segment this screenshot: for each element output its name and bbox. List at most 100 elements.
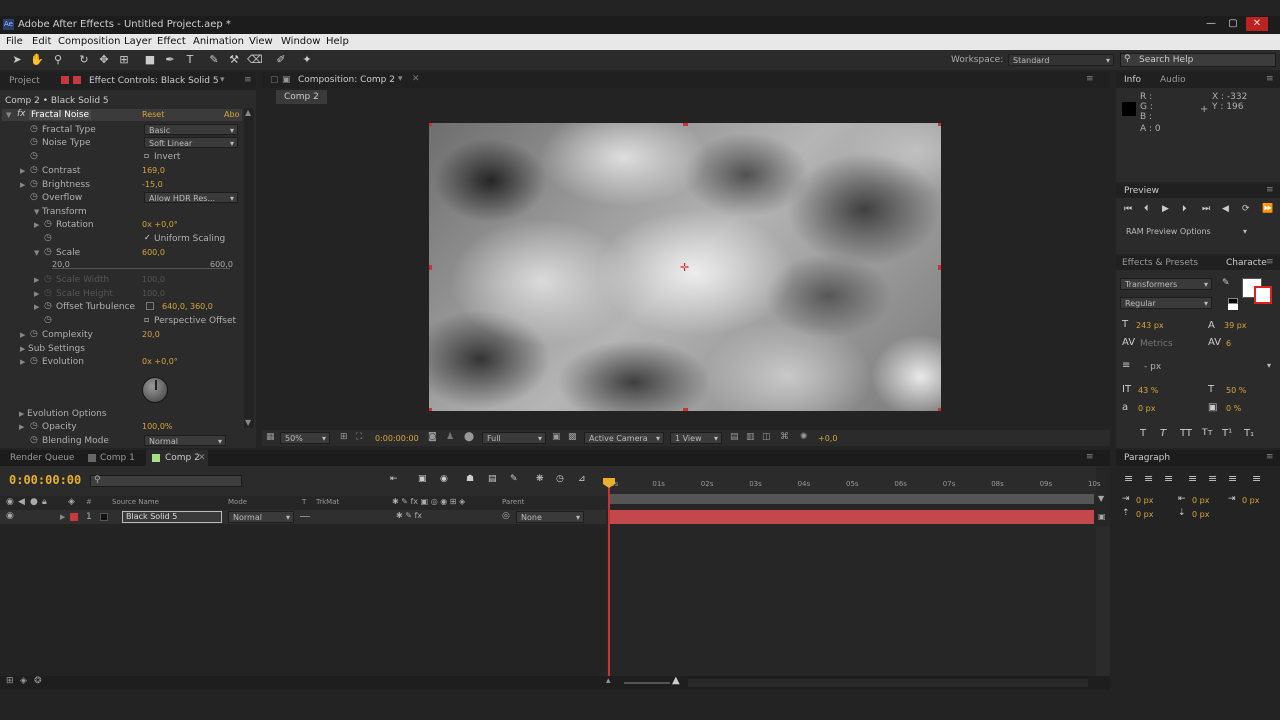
layer-handle[interactable] bbox=[429, 123, 432, 126]
expand-layer-switches-icon[interactable]: ⊞ bbox=[6, 676, 14, 686]
puppet-pin-icon[interactable]: ✦ bbox=[300, 53, 314, 67]
draft-3d-icon[interactable]: ◉ bbox=[440, 474, 448, 484]
fast-previews-icon[interactable]: ▥ bbox=[746, 432, 755, 442]
flowchart-icon[interactable]: ⌘ bbox=[780, 432, 789, 442]
prop-value[interactable]: 0x +0,0° bbox=[142, 357, 178, 366]
stopwatch-icon[interactable]: ◷ bbox=[30, 356, 38, 366]
magnification-dropdown[interactable]: 50% bbox=[280, 432, 330, 444]
preview-panel-menu-icon[interactable]: ≡ bbox=[1266, 185, 1274, 195]
effect-title-row[interactable]: ▼ fx Fractal Noise Reset Abo bbox=[2, 109, 242, 121]
loop-icon[interactable]: ⟳ bbox=[1242, 204, 1250, 214]
kerning-value[interactable]: Metrics bbox=[1140, 339, 1173, 349]
layer-handle[interactable] bbox=[429, 265, 432, 270]
stopwatch-icon[interactable]: ◷ bbox=[30, 137, 38, 147]
fx-icon[interactable]: fx bbox=[17, 109, 26, 119]
current-time-indicator[interactable] bbox=[608, 478, 610, 690]
tab-audio[interactable]: Audio bbox=[1160, 75, 1186, 85]
brainstorm-icon[interactable]: ❋ bbox=[536, 474, 544, 484]
tracking-value[interactable]: 6 bbox=[1226, 339, 1231, 348]
menu-view[interactable]: View bbox=[249, 36, 273, 47]
about-link[interactable]: Abo bbox=[224, 110, 239, 119]
blending-mode-dropdown[interactable]: Normal bbox=[144, 435, 226, 447]
prop-expand-icon[interactable]: ▶ bbox=[34, 221, 39, 229]
pen-tool-icon[interactable]: ✒ bbox=[163, 53, 177, 67]
justify-last-left-icon[interactable]: ≡ bbox=[1188, 472, 1197, 485]
prop-expand-icon[interactable]: ▶ bbox=[20, 358, 25, 366]
zoom-out-icon[interactable]: ▴ bbox=[606, 676, 611, 686]
prop-expand-icon[interactable]: ▼ bbox=[34, 249, 39, 257]
space-before-value[interactable]: 0 px bbox=[1136, 510, 1153, 519]
opacity-value[interactable]: 100,0% bbox=[142, 422, 173, 431]
prop-expand-icon[interactable]: ▶ bbox=[20, 331, 25, 339]
checkbox-label[interactable]: Uniform Scaling bbox=[154, 234, 225, 244]
layer-name[interactable]: Black Solid 5 bbox=[122, 511, 222, 523]
layer-handle[interactable] bbox=[683, 123, 688, 126]
opacity-row[interactable]: ▶ ◷ Opacity 100,0% bbox=[0, 420, 250, 433]
white-swatch-icon[interactable] bbox=[1228, 304, 1238, 310]
prop-value[interactable]: 169,0 bbox=[142, 166, 165, 175]
maximize-button[interactable]: ▢ bbox=[1222, 17, 1244, 31]
clone-stamp-icon[interactable]: ⚒ bbox=[227, 53, 241, 67]
stopwatch-icon[interactable]: ◷ bbox=[44, 233, 52, 243]
safe-margins-icon[interactable]: ⊞ bbox=[340, 432, 348, 442]
checkbox[interactable]: ▫ bbox=[144, 151, 149, 160]
parent-dropdown[interactable]: None bbox=[516, 511, 584, 523]
subscript-icon[interactable]: T₁ bbox=[1244, 428, 1254, 439]
close-button[interactable]: ✕ bbox=[1246, 17, 1268, 31]
always-preview-icon[interactable]: ▦ bbox=[266, 432, 275, 442]
prop-group-label[interactable]: Transform bbox=[42, 207, 87, 217]
checkbox-label[interactable]: Invert bbox=[154, 152, 180, 162]
stroke-width-value[interactable]: - px bbox=[1144, 362, 1161, 372]
tab-project[interactable]: Project bbox=[9, 76, 40, 86]
video-switch-icon[interactable]: ◉ bbox=[6, 497, 14, 507]
prop-expand-icon[interactable]: ▶ bbox=[34, 303, 39, 311]
layer-track-icon[interactable]: ▣ bbox=[1098, 512, 1106, 521]
prev-frame-icon[interactable]: ⏴ bbox=[1144, 204, 1149, 214]
font-family-dropdown[interactable]: Transformers bbox=[1120, 278, 1212, 290]
timeline-horizontal-scrollbar[interactable] bbox=[688, 679, 1088, 687]
prop-expand-icon[interactable]: ▶ bbox=[34, 290, 39, 298]
text-tool-icon[interactable]: T bbox=[183, 53, 197, 67]
prop-value[interactable]: -15,0 bbox=[142, 180, 163, 189]
tab-paragraph[interactable]: Paragraph bbox=[1124, 453, 1170, 463]
col-parent[interactable]: Parent bbox=[502, 498, 524, 506]
menu-effect[interactable]: Effect bbox=[157, 36, 186, 47]
live-update-icon[interactable]: ▣ bbox=[418, 474, 427, 484]
all-caps-icon[interactable]: TT bbox=[1180, 428, 1192, 439]
audio-switch-icon[interactable]: ◀ bbox=[18, 497, 25, 507]
zoom-slider[interactable] bbox=[624, 682, 670, 684]
timeline-timecode[interactable]: 0:00:00:00 bbox=[9, 473, 81, 487]
col-trkmat[interactable]: TrkMat bbox=[316, 498, 339, 506]
orbit-camera-icon[interactable]: ✥ bbox=[97, 53, 111, 67]
minimize-button[interactable]: — bbox=[1200, 17, 1222, 31]
checkbox[interactable]: ▫ bbox=[144, 315, 149, 324]
expand-triangle-icon[interactable]: ▼ bbox=[6, 111, 11, 119]
stroke-color-swatch[interactable] bbox=[1254, 286, 1272, 304]
menu-composition[interactable]: Composition bbox=[58, 36, 120, 47]
expand-modes-icon[interactable]: ◈ bbox=[20, 676, 27, 686]
lock-switch-icon[interactable]: 🔒︎ bbox=[42, 497, 47, 507]
justify-all-icon[interactable]: ≡ bbox=[1252, 472, 1261, 485]
col-source-name[interactable]: Source Name bbox=[112, 498, 159, 506]
first-line-indent-value[interactable]: 0 px bbox=[1242, 496, 1259, 505]
comp-button-icon[interactable]: ▼ bbox=[1098, 494, 1104, 503]
menu-file[interactable]: File bbox=[6, 36, 23, 47]
panel-menu-icon[interactable]: ≡ bbox=[244, 75, 252, 85]
stopwatch-icon[interactable]: ◷ bbox=[44, 288, 52, 298]
auto-keyframe-icon[interactable]: ◷ bbox=[556, 474, 564, 484]
faux-bold-icon[interactable]: T bbox=[1140, 428, 1146, 439]
work-area-bar[interactable] bbox=[608, 494, 1094, 504]
prop-expand-icon[interactable]: ▶ bbox=[34, 276, 39, 284]
tab-composition[interactable]: Composition: Comp 2 bbox=[298, 75, 395, 85]
stopwatch-icon[interactable]: ◷ bbox=[44, 315, 52, 325]
col-t[interactable]: T bbox=[302, 498, 306, 506]
brush-tool-icon[interactable]: ✎ bbox=[207, 53, 221, 67]
comp-mini-flowchart-icon[interactable]: ⇤ bbox=[390, 474, 398, 484]
leading-value[interactable]: 39 px bbox=[1224, 321, 1247, 330]
justify-last-right-icon[interactable]: ≡ bbox=[1228, 472, 1237, 485]
timeline-vertical-scrollbar[interactable] bbox=[1096, 526, 1110, 690]
group-expand-icon[interactable]: ▶ bbox=[20, 345, 25, 353]
layer-handle[interactable] bbox=[938, 408, 941, 411]
layer-handle[interactable] bbox=[683, 408, 688, 411]
timeline-graph-area[interactable]: 0s01s02s03s04s05s06s07s08s09s10s ▼ ▣ bbox=[603, 466, 1110, 690]
